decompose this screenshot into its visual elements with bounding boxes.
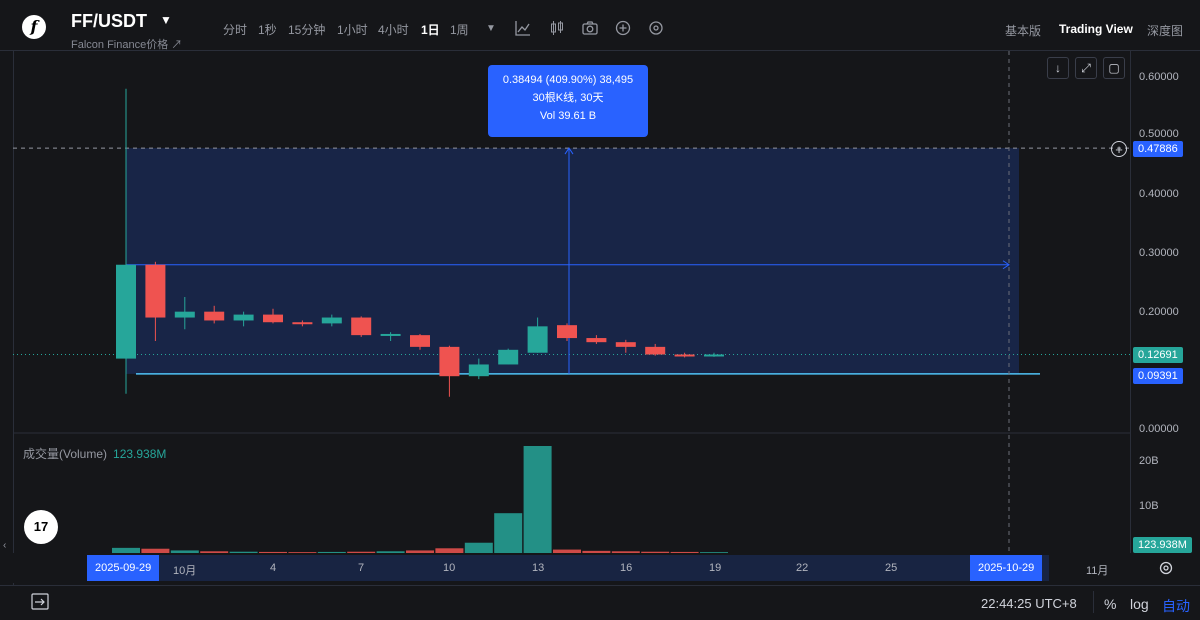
measure-top-tag: 0.47886 <box>1133 141 1183 157</box>
candle-body <box>204 311 225 321</box>
time-range-highlight <box>87 555 1049 581</box>
date-range-icon[interactable] <box>31 593 51 616</box>
collapse-left-icon[interactable]: ‹ <box>3 540 6 551</box>
tf-1h[interactable]: 1小时 <box>337 21 368 38</box>
camera-icon[interactable] <box>582 20 598 39</box>
volume-legend-value: 123.938M <box>113 447 167 461</box>
log-toggle[interactable]: log <box>1130 596 1149 612</box>
volume-bar <box>523 446 552 553</box>
volume-layer <box>112 446 728 553</box>
candle-body <box>615 342 636 347</box>
time-label: 19 <box>709 562 722 574</box>
price-tick: 0.30000 <box>1139 247 1179 259</box>
candle-body <box>380 333 401 336</box>
tf-fenshi[interactable]: 分时 <box>223 21 247 38</box>
divider <box>1093 591 1094 613</box>
time-end-box: 2025-10-29 <box>970 555 1043 581</box>
candle-body <box>292 322 313 325</box>
candle-body <box>527 326 548 353</box>
price-tick: 0.00000 <box>1139 423 1179 435</box>
time-label: 25 <box>885 562 898 574</box>
add-alert-icon[interactable]: + <box>1111 141 1127 157</box>
time-start-box: 2025-09-29 <box>87 555 160 581</box>
tf-15m[interactable]: 15分钟 <box>288 21 325 38</box>
time-label: 4 <box>270 562 277 574</box>
candle-body <box>586 338 607 343</box>
add-icon[interactable] <box>615 20 631 39</box>
tf-4h[interactable]: 4小时 <box>378 21 409 38</box>
time-label: 7 <box>358 562 365 574</box>
view-depth[interactable]: 深度图 <box>1147 22 1183 39</box>
tooltip-line2: 30根K线, 30天 <box>532 92 604 104</box>
volume-bar <box>494 513 523 553</box>
candle-body <box>498 349 519 365</box>
candle-body <box>704 354 724 357</box>
candle-body <box>233 314 254 321</box>
tooltip-line1: 0.38494 (409.90%) 38,495 <box>502 74 634 86</box>
clock[interactable]: 22:44:25 UTC+8 <box>981 596 1077 611</box>
reset-button[interactable]: ▢ <box>1103 57 1125 79</box>
measure-area <box>126 148 1019 374</box>
volume-legend-label: 成交量(Volume) <box>23 447 108 461</box>
volume-legend: 成交量(Volume) 123.938M <box>23 445 166 462</box>
volume-tag: 123.938M <box>1133 537 1192 553</box>
time-label: 10 <box>443 562 456 574</box>
candle-body <box>145 264 166 318</box>
candle-body <box>468 364 489 377</box>
candle-body <box>439 346 460 377</box>
time-label: 13 <box>532 562 545 574</box>
candle-body <box>674 354 695 357</box>
candle-body <box>174 311 195 318</box>
falcon-logo-icon: f <box>22 15 46 39</box>
more-timeframes-icon[interactable]: ▼ <box>486 23 496 34</box>
price-tick: 0.60000 <box>1139 71 1179 83</box>
time-label: 11月 <box>1086 565 1109 577</box>
pair-selector[interactable]: FF/USDT <box>71 11 147 32</box>
price-tick: 0.50000 <box>1139 128 1179 140</box>
candle-body <box>645 346 666 355</box>
candle-body <box>351 317 372 336</box>
pair-subtitle[interactable]: Falcon Finance价格 ↗ <box>71 36 182 52</box>
candle-body <box>321 317 342 324</box>
time-label: 16 <box>620 562 633 574</box>
candle-body <box>557 325 577 339</box>
scroll-down-button[interactable]: ↓ <box>1047 57 1069 79</box>
price-tick: 0.40000 <box>1139 188 1179 200</box>
measure-bottom-tag: 0.09391 <box>1133 368 1183 384</box>
tf-1s[interactable]: 1秒 <box>258 21 277 38</box>
left-toolbar <box>0 51 14 585</box>
volume-tick: 20B <box>1139 455 1159 467</box>
indicator-icon[interactable] <box>515 20 531 39</box>
volume-bar <box>464 542 493 553</box>
price-tick: 0.20000 <box>1139 306 1179 318</box>
candle-style-icon[interactable] <box>549 20 565 39</box>
view-basic[interactable]: 基本版 <box>1005 22 1041 39</box>
tradingview-logo-icon[interactable]: 17 <box>24 510 58 544</box>
percent-toggle[interactable]: % <box>1104 596 1116 612</box>
candle-body <box>116 264 136 359</box>
auto-toggle[interactable]: 自动 <box>1162 596 1190 616</box>
candle-body <box>410 335 430 347</box>
fullscreen-button[interactable]: ⤢ <box>1075 57 1097 79</box>
price-axis[interactable] <box>1130 51 1200 553</box>
current-price-tag: 0.12691 <box>1133 347 1183 363</box>
measure-tooltip: 0.38494 (409.90%) 38,495 30根K线, 30天 Vol … <box>488 65 648 137</box>
view-trading-view[interactable]: Trading View <box>1059 22 1133 36</box>
volume-tick: 10B <box>1139 500 1159 512</box>
candle-body <box>263 314 283 323</box>
tf-1w[interactable]: 1周 <box>450 21 469 38</box>
tf-1d[interactable]: 1日 <box>421 21 440 38</box>
caret-down-icon[interactable]: ▼ <box>160 13 172 27</box>
time-label: 22 <box>796 562 809 574</box>
settings-icon[interactable] <box>648 20 664 39</box>
tooltip-line3: Vol 39.61 B <box>539 110 597 122</box>
axis-settings-icon[interactable] <box>1158 560 1174 581</box>
time-label: 10月 <box>173 565 197 577</box>
